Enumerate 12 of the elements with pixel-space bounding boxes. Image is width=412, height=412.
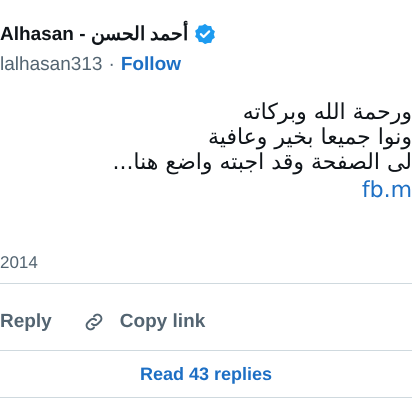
copy-link-button[interactable]: Copy link — [120, 311, 206, 333]
follow-link[interactable]: Follow — [120, 54, 181, 76]
tweet-text-line: ورحمة الله وبركاته — [242, 100, 412, 125]
tweet-text-line: لى الصفحة وقد اجبته واضع هنا... — [112, 150, 412, 175]
reply-button[interactable]: Reply — [0, 311, 52, 333]
read-replies-link[interactable]: Read 43 replies — [140, 364, 272, 384]
author-handle: lalhasan313 — [0, 54, 102, 76]
tweet-text-line: ونوا جميعا بخير وعافية — [208, 125, 412, 150]
tweet-link[interactable]: fb.m — [362, 175, 412, 207]
author-name: Alhasan - أحمد الحسن — [0, 22, 188, 46]
separator-dot: · — [108, 54, 115, 76]
tweet-date: 2014 — [0, 253, 39, 274]
